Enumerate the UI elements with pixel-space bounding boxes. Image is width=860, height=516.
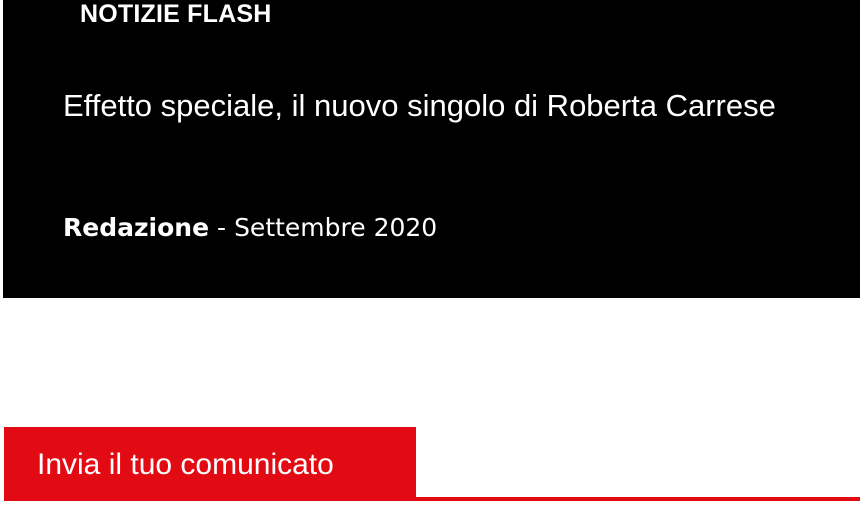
- article-author-link[interactable]: Redazione: [63, 213, 209, 242]
- section-tab-label: Invia il tuo comunicato: [37, 448, 334, 481]
- news-flash-label: NOTIZIE FLASH: [80, 0, 272, 28]
- section-header: Invia il tuo comunicato: [4, 427, 860, 501]
- article-title-link[interactable]: Effetto speciale, il nuovo singolo di Ro…: [63, 74, 803, 137]
- article-meta: Redazione - Settembre 2020: [63, 208, 437, 248]
- section-tab[interactable]: Invia il tuo comunicato: [4, 427, 416, 501]
- meta-separator: -: [217, 213, 227, 242]
- news-flash-block: NOTIZIE FLASH Effetto speciale, il nuovo…: [3, 0, 860, 298]
- article-date: Settembre 2020: [234, 213, 438, 242]
- page: NOTIZIE FLASH Effetto speciale, il nuovo…: [0, 0, 860, 516]
